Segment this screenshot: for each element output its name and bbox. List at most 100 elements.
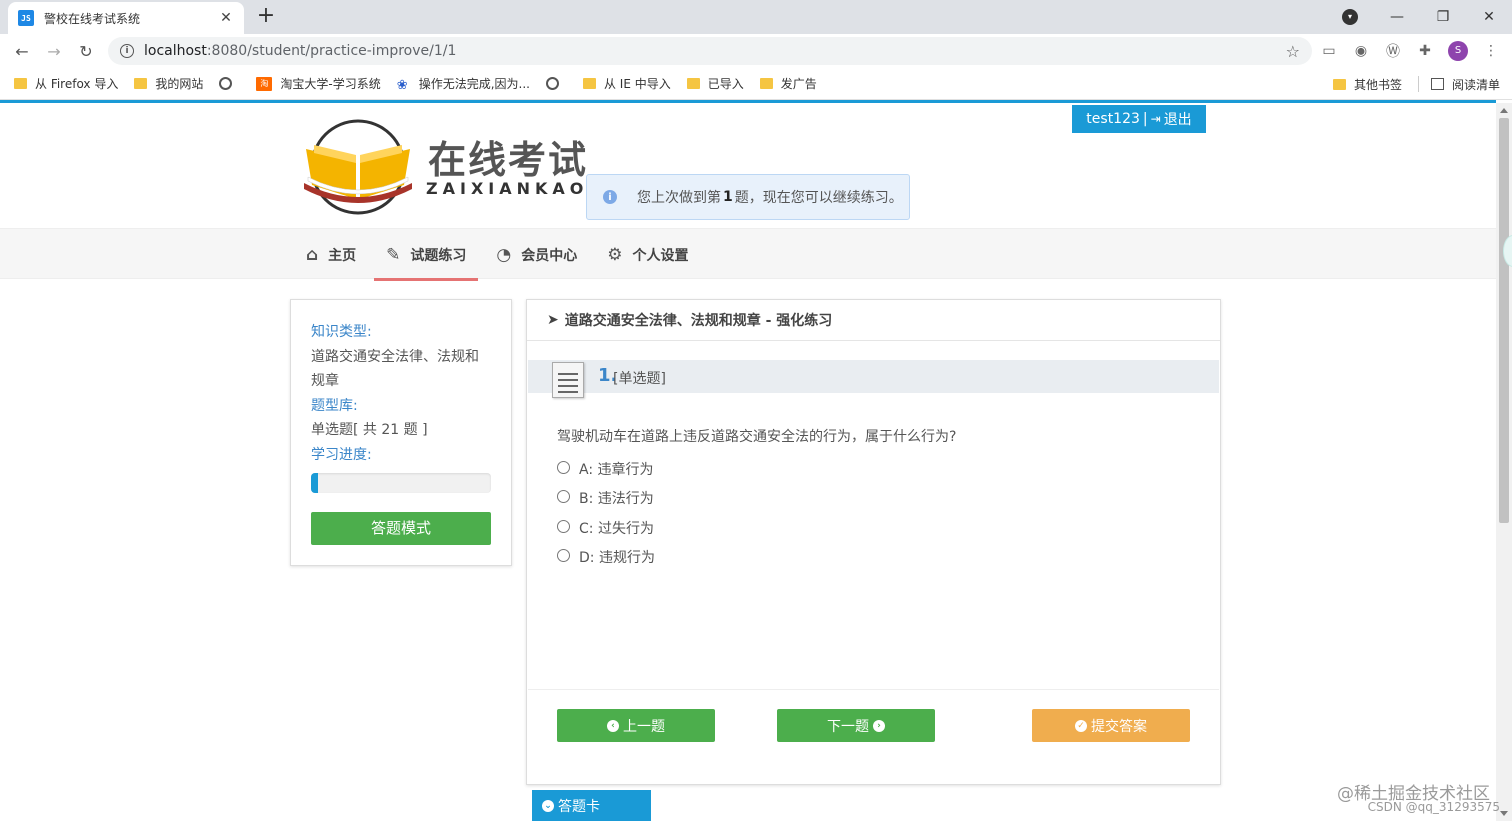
panel-title: 道路交通安全法律、法规和规章 - 强化练习: [564, 313, 833, 329]
page-scrollbar[interactable]: [1496, 103, 1512, 821]
dashboard-icon: ◔: [496, 244, 512, 265]
options-list: A: 违章行为 B: 违法行为 C: 过失行为 D: 违规行为: [557, 454, 655, 572]
nav-home[interactable]: ⌂ 主页: [294, 229, 368, 280]
nav-settings[interactable]: ⚙ 个人设置: [595, 229, 700, 280]
bookmarks-right: 其他书签 阅读清单: [1332, 68, 1500, 100]
home-icon: ⌂: [306, 244, 319, 265]
progress-label: 学习进度:: [311, 446, 372, 463]
notice-question-num: 1: [723, 189, 733, 205]
camera-icon[interactable]: ◉: [1352, 43, 1370, 59]
notice-prefix: 您上次做到第: [637, 190, 721, 206]
chevron-down-circle-icon: ⌄: [542, 799, 554, 812]
reload-icon[interactable]: ↻: [70, 42, 102, 61]
username[interactable]: test123: [1086, 111, 1140, 127]
footer-divider: [528, 689, 1219, 690]
folder-icon: [686, 78, 700, 89]
option-c[interactable]: C: 过失行为: [557, 513, 655, 543]
check-circle-icon: ✓: [1075, 719, 1087, 732]
bank-value: 单选题[ 共 21 题 ]: [311, 422, 428, 438]
option-a[interactable]: A: 违章行为: [557, 454, 655, 484]
browser-toolbar: ← → ↻ i localhost:8080/student/practice-…: [0, 34, 1512, 68]
bookmark-star-icon[interactable]: ☆: [1286, 42, 1300, 61]
folder-icon: [759, 78, 773, 89]
window-close-icon[interactable]: ✕: [1466, 9, 1512, 25]
panel-header: ➤ 道路交通安全法律、法规和规章 - 强化练习: [527, 300, 1220, 341]
gears-icon: ⚙: [607, 244, 623, 265]
bookmark-item[interactable]: ❀ 操作无法完成,因为...: [397, 75, 530, 93]
radio-button[interactable]: [557, 460, 570, 474]
bookmark-item[interactable]: 从 Firefox 导入: [14, 75, 118, 92]
scroll-thumb[interactable]: [1499, 118, 1509, 523]
site-logo[interactable]: 在线考试 ZAIXIANKAOSH: [302, 119, 618, 219]
bookmark-globe[interactable]: [219, 77, 240, 90]
bookmarks-bar: 从 Firefox 导入 我的网站 淘淘宝大学-学习系统 ❀ 操作无法完成,因为.…: [0, 68, 1512, 100]
back-arrow-icon[interactable]: ←: [6, 42, 38, 61]
w-extension-icon[interactable]: Ⓦ: [1384, 41, 1402, 61]
forward-arrow-icon[interactable]: →: [38, 42, 70, 61]
puzzle-extensions-icon[interactable]: ✚: [1416, 43, 1434, 59]
restore-icon[interactable]: ❐: [1420, 9, 1466, 25]
progress-fill: [311, 473, 319, 493]
logout-link[interactable]: 退出: [1164, 109, 1192, 129]
bookmark-other[interactable]: 其他书签: [1332, 76, 1402, 93]
bookmark-item[interactable]: 发广告: [759, 75, 817, 92]
folder-icon: [1332, 78, 1346, 90]
reading-list-icon: [1430, 78, 1444, 90]
chevron-right-circle-icon: ›: [873, 719, 885, 732]
info-icon: i: [603, 190, 617, 204]
bookmark-item[interactable]: 从 IE 中导入: [582, 75, 671, 92]
browser-tab[interactable]: JS 警校在线考试系统 ✕: [8, 2, 244, 34]
answer-mode-button[interactable]: 答题模式: [311, 512, 491, 545]
question-type: [单选题]: [613, 371, 666, 387]
paper-plane-icon: ➤: [547, 312, 559, 328]
question-panel: ➤ 道路交通安全法律、法规和规章 - 强化练习 1. [单选题] 驾驶机动车在道…: [526, 299, 1221, 785]
nav-practice[interactable]: ✎ 试题练习: [374, 229, 479, 281]
tab-search-icon[interactable]: ▾: [1342, 9, 1358, 25]
new-tab-plus-icon[interactable]: +: [256, 4, 276, 28]
profile-avatar[interactable]: S: [1448, 41, 1468, 61]
next-question-button[interactable]: 下一题 ›: [777, 709, 935, 742]
question-header: 1. [单选题]: [528, 360, 1219, 398]
scroll-down-arrow-icon[interactable]: [1500, 811, 1508, 816]
reading-list[interactable]: 阅读清单: [1430, 76, 1500, 93]
radio-button[interactable]: [557, 490, 570, 504]
answer-card-button[interactable]: ⌄ 答题卡: [532, 790, 651, 821]
minimize-icon[interactable]: —: [1374, 9, 1420, 25]
scroll-up-arrow-icon[interactable]: [1500, 108, 1508, 113]
radio-button[interactable]: [557, 519, 570, 533]
bookmark-item[interactable]: 淘淘宝大学-学习系统: [256, 75, 381, 92]
site-info-icon[interactable]: i: [120, 44, 134, 58]
main-nav: ⌂ 主页 ✎ 试题练习 ◔ 会员中心 ⚙ 个人设置: [0, 228, 1496, 281]
cast-icon[interactable]: ▭: [1320, 43, 1338, 59]
window-controls: ▾ — ❐ ✕: [1342, 0, 1512, 34]
prev-question-button[interactable]: ‹ 上一题: [557, 709, 715, 742]
bookmark-item[interactable]: 我的网站: [134, 75, 203, 92]
bookmark-item[interactable]: 已导入: [686, 75, 744, 92]
kebab-menu-icon[interactable]: ⋮: [1482, 43, 1500, 59]
bookmark-globe[interactable]: [545, 77, 567, 90]
logo-title: 在线考试: [428, 138, 589, 182]
notice-suffix: 题，现在您可以继续练习。: [734, 190, 903, 206]
user-logout-box[interactable]: test123 | ⇥ 退出: [1072, 105, 1206, 133]
resume-notice: i 您上次做到第 1 题，现在您可以继续练习。: [586, 174, 910, 220]
submit-answer-button[interactable]: ✓ 提交答案: [1032, 709, 1190, 742]
radio-button[interactable]: [557, 549, 570, 563]
watermark-csdn: CSDN @qq_31293575: [1367, 800, 1500, 814]
site-header: 在线考试 ZAIXIANKAOSH test123 | ⇥ 退出 i 您上次做到…: [0, 103, 1496, 228]
nav-member[interactable]: ◔ 会员中心: [484, 229, 589, 280]
address-bar[interactable]: i localhost:8080/student/practice-improv…: [108, 37, 1312, 65]
open-book-icon: [304, 119, 412, 215]
knowledge-value: 道路交通安全法律、法规和规章: [311, 348, 479, 390]
browser-tabbar: JS 警校在线考试系统 ✕ + ▾ — ❐ ✕: [0, 0, 1512, 34]
chevron-left-circle-icon: ‹: [607, 719, 619, 732]
folder-icon: [582, 78, 596, 89]
logout-icon[interactable]: ⇥: [1151, 112, 1161, 126]
option-b[interactable]: B: 违法行为: [557, 484, 655, 514]
folder-icon: [134, 78, 148, 89]
url-text[interactable]: localhost:8080/student/practice-improve/…: [144, 43, 1286, 59]
close-icon[interactable]: ✕: [218, 10, 234, 26]
option-d[interactable]: D: 违规行为: [557, 543, 655, 573]
globe-icon: [219, 77, 233, 90]
separator: |: [1142, 111, 1148, 127]
practice-info-panel: 知识类型: 道路交通安全法律、法规和规章 题型库: 单选题[ 共 21 题 ] …: [290, 299, 512, 566]
